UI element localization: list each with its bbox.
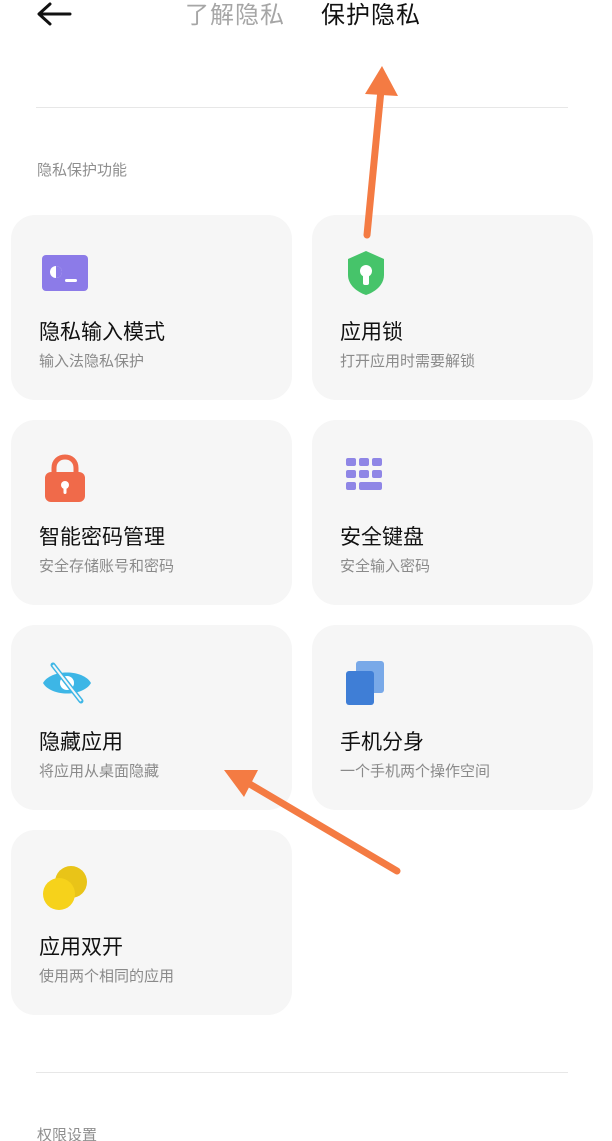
back-arrow-icon [37,2,72,26]
keyboard-privacy-icon [41,249,89,297]
card-title: 智能密码管理 [39,525,165,549]
app-lock-card[interactable]: 应用锁 打开应用时需要解锁 [312,215,593,400]
double-circle-icon [41,864,89,912]
top-divider [36,107,568,108]
card-title: 安全键盘 [340,525,424,549]
bottom-divider [36,1072,568,1073]
permissions-section-title: 权限设置 [37,1126,98,1141]
smart-password-card[interactable]: 智能密码管理 安全存储账号和密码 [11,420,292,605]
card-subtitle: 一个手机两个操作空间 [340,762,491,780]
privacy-input-mode-card[interactable]: 隐私输入模式 输入法隐私保护 [11,215,292,400]
dual-pages-icon [342,659,390,707]
privacy-page: 了解隐私 保护隐私 隐私保护功能 隐私输入模式 输入法隐私保护 应用锁 打开应用… [0,0,612,1141]
tab-understand-privacy[interactable]: 了解隐私 [185,0,285,30]
header: 了解隐私 保护隐私 [0,0,612,40]
dual-apps-card[interactable]: 应用双开 使用两个相同的应用 [11,830,292,1015]
hide-apps-card[interactable]: 隐藏应用 将应用从桌面隐藏 [11,625,292,810]
annotation-arrow-up [363,66,398,239]
padlock-icon [41,454,89,502]
card-title: 隐私输入模式 [39,320,165,344]
keypad-grid-icon [342,454,390,502]
card-subtitle: 安全存储账号和密码 [39,557,175,575]
card-title: 隐藏应用 [39,730,123,754]
card-subtitle: 使用两个相同的应用 [39,967,175,985]
card-title: 应用双开 [39,935,123,959]
card-subtitle: 打开应用时需要解锁 [340,352,476,370]
second-space-card[interactable]: 手机分身 一个手机两个操作空间 [312,625,593,810]
card-subtitle: 安全输入密码 [340,557,431,575]
eye-slash-icon [41,659,91,707]
card-title: 应用锁 [340,320,403,344]
secure-keyboard-card[interactable]: 安全键盘 安全输入密码 [312,420,593,605]
back-button[interactable] [34,0,74,28]
tab-protect-privacy[interactable]: 保护隐私 [321,0,421,30]
card-subtitle: 输入法隐私保护 [39,352,145,370]
card-title: 手机分身 [340,730,424,754]
privacy-section-title: 隐私保护功能 [37,161,128,179]
shield-keyhole-icon [342,249,390,297]
card-subtitle: 将应用从桌面隐藏 [39,762,160,780]
